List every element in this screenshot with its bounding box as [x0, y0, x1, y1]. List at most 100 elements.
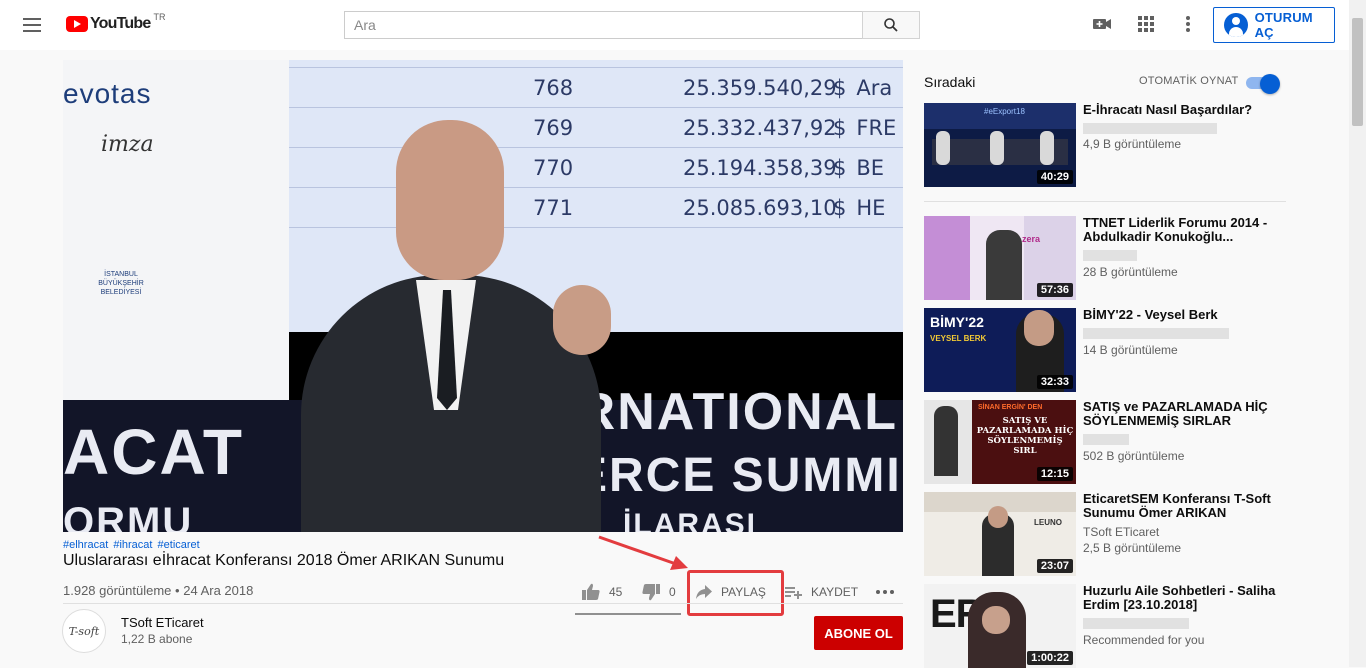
video-duration: 1:00:22 — [1027, 651, 1073, 665]
video-duration: 12:15 — [1036, 467, 1073, 481]
projected-row: 770 25.194.358,39 $ BE — [289, 148, 903, 188]
channel-name-placeholder — [1083, 250, 1137, 261]
video-title: TTNET Liderlik Forumu 2014 - Abdulkadir … — [1083, 215, 1268, 244]
video-title: BİMY'22 - Veysel Berk — [1083, 307, 1218, 322]
recommended-video[interactable]: #eExport18 40:29 E-İhracatı Nasıl Başard… — [924, 103, 1286, 187]
video-title: SATIŞ ve PAZARLAMADA HİÇ SÖYLENMEMİŞ SIR… — [1083, 399, 1268, 428]
projected-row: 771 25.085.693,10 $ HE — [289, 188, 903, 228]
channel-name[interactable]: TSoft ETicaret — [121, 615, 204, 630]
subscribe-button[interactable]: ABONE OL — [814, 616, 903, 650]
logo-country-code: TR — [153, 12, 166, 22]
up-next-heading: Sıradaki — [924, 74, 976, 90]
stage-text: ACAT — [63, 416, 244, 488]
stage-text: İLARASI — [623, 508, 757, 532]
create-video-icon[interactable] — [1092, 14, 1112, 34]
video-thumbnail[interactable]: SİNAN ERGİN' DEN SATIŞ VE PAZARLAMADA Hİ… — [924, 400, 1076, 484]
search-input[interactable] — [345, 12, 862, 38]
more-horizontal-icon — [875, 589, 895, 595]
video-thumbnail[interactable]: #eExport18 40:29 — [924, 103, 1076, 187]
video-views: 28 B görüntüleme — [1083, 265, 1178, 279]
sign-in-button[interactable]: OTURUM AÇ — [1213, 7, 1335, 43]
recommended-video[interactable]: LEUNO 23:07 EticaretSEM Konferansı T-Sof… — [924, 492, 1286, 576]
sponsor-wall: evotas imza İSTANBUL BÜYÜKŞEHİR BELEDİYE… — [63, 60, 289, 430]
video-duration: 32:33 — [1036, 375, 1073, 389]
dislike-button[interactable]: 0 — [641, 578, 676, 606]
video-views: 502 B görüntüleme — [1083, 449, 1185, 463]
hashtag-link[interactable]: #ihracat — [113, 539, 152, 551]
channel-name-placeholder — [1083, 328, 1229, 339]
youtube-logo[interactable]: YouTube TR — [66, 12, 166, 36]
search-box — [344, 11, 863, 39]
hamburger-menu-icon[interactable] — [20, 14, 44, 36]
video-duration: 57:36 — [1036, 283, 1073, 297]
video-duration: 40:29 — [1036, 170, 1073, 184]
dislike-count: 0 — [669, 585, 676, 599]
hashtag-list: #elhracat #ihracat #eticaret — [63, 539, 202, 551]
recommended-video[interactable]: zera 57:36 TTNET Liderlik Forumu 2014 - … — [924, 216, 1286, 300]
annotation-arrow-icon — [598, 535, 688, 570]
channel-avatar[interactable]: T-soft — [62, 609, 106, 653]
top-bar: YouTube TR OTURUM AÇ — [0, 0, 1366, 50]
recommended-video[interactable]: ERİ 1:00:22 Huzurlu Aile Sohbetleri - Sa… — [924, 584, 1286, 668]
more-actions-button[interactable] — [875, 578, 903, 606]
account-icon — [1224, 13, 1248, 37]
video-thumbnail[interactable]: LEUNO 23:07 — [924, 492, 1076, 576]
playlist-add-icon — [785, 584, 803, 600]
video-thumbnail[interactable]: zera 57:36 — [924, 216, 1076, 300]
scrollbar-thumb[interactable] — [1352, 18, 1363, 126]
search-icon — [884, 18, 898, 32]
video-frame: 768 25.359.540,29 $ Ara 769 25.332.437,92 $ FR… — [63, 60, 903, 532]
divider — [63, 603, 903, 604]
projected-row: 769 25.332.437,92 $ FRE — [289, 108, 903, 148]
hashtag-link[interactable]: #elhracat — [63, 539, 108, 551]
sponsor-logo-ibb: İSTANBUL BÜYÜKŞEHİR BELEDİYESİ — [98, 271, 144, 296]
channel-name-placeholder — [1083, 618, 1189, 629]
projected-row: 768 25.359.540,29 $ Ara — [289, 68, 903, 108]
view-count: 1.928 görüntüleme — [63, 583, 172, 598]
annotation-highlight-box — [687, 570, 784, 616]
presenter-head — [396, 120, 504, 280]
upload-date: 24 Ara 2018 — [183, 583, 254, 598]
video-thumbnail[interactable]: BİMY'22 VEYSEL BERK 32:33 — [924, 308, 1076, 392]
video-views: Recommended for you — [1083, 633, 1205, 647]
apps-grid-icon[interactable] — [1136, 14, 1156, 34]
video-player[interactable]: 768 25.359.540,29 $ Ara 769 25.332.437,92 $ FR… — [63, 60, 903, 532]
search-button[interactable] — [862, 11, 920, 39]
video-title: EticaretSEM Konferansı T-Soft Sunumu Öme… — [1083, 491, 1271, 520]
video-title: Huzurlu Aile Sohbetleri - Saliha Erdim [… — [1083, 583, 1276, 612]
video-views: 14 B görüntüleme — [1083, 343, 1178, 357]
video-meta: 1.928 görüntüleme • 24 Ara 2018 — [63, 583, 253, 598]
thumbs-down-icon — [641, 583, 661, 601]
projected-table: 768 25.359.540,29 $ Ara 769 25.332.437,92 $ FR… — [289, 60, 903, 228]
video-thumbnail[interactable]: ERİ 1:00:22 — [924, 584, 1076, 668]
logo-text: YouTube — [90, 15, 151, 32]
video-title: Uluslararası eİhracat Konferansı 2018 Öm… — [63, 552, 505, 569]
subscriber-count: 1,22 B abone — [121, 632, 193, 646]
page-scrollbar[interactable] — [1349, 0, 1366, 667]
like-button[interactable]: 45 — [581, 578, 622, 606]
video-views: 2,5 B görüntüleme — [1083, 541, 1182, 555]
thumbs-up-icon — [581, 583, 601, 601]
channel-avatar-text: T-soft — [68, 624, 100, 638]
sponsor-logo-evotas: evotas — [63, 78, 152, 109]
like-ratio-bar — [575, 613, 681, 615]
video-duration: 23:07 — [1036, 559, 1073, 573]
stage-text: ORMU — [63, 500, 194, 532]
youtube-play-icon — [66, 16, 88, 32]
recommended-video[interactable]: SİNAN ERGİN' DEN SATIŞ VE PAZARLAMADA Hİ… — [924, 400, 1286, 484]
video-title: E-İhracatı Nasıl Başardılar? — [1083, 102, 1253, 117]
channel-name-placeholder — [1083, 123, 1217, 134]
like-ratio-fill — [575, 613, 681, 615]
recommended-video[interactable]: BİMY'22 VEYSEL BERK 32:33 BİMY'22 - Veys… — [924, 308, 1286, 392]
like-count: 45 — [609, 585, 623, 599]
video-channel[interactable]: TSoft ETicaret — [1083, 525, 1159, 539]
autoplay-toggle[interactable] — [1246, 74, 1280, 94]
video-views: 4,9 B görüntüleme — [1083, 137, 1182, 151]
settings-more-icon[interactable] — [1178, 14, 1198, 34]
divider — [924, 201, 1286, 202]
channel-name-placeholder — [1083, 434, 1129, 445]
save-button[interactable]: KAYDET — [785, 578, 858, 606]
save-label: KAYDET — [811, 585, 859, 599]
autoplay-label: OTOMATİK OYNAT — [1139, 75, 1239, 87]
hashtag-link[interactable]: #eticaret — [158, 539, 200, 551]
